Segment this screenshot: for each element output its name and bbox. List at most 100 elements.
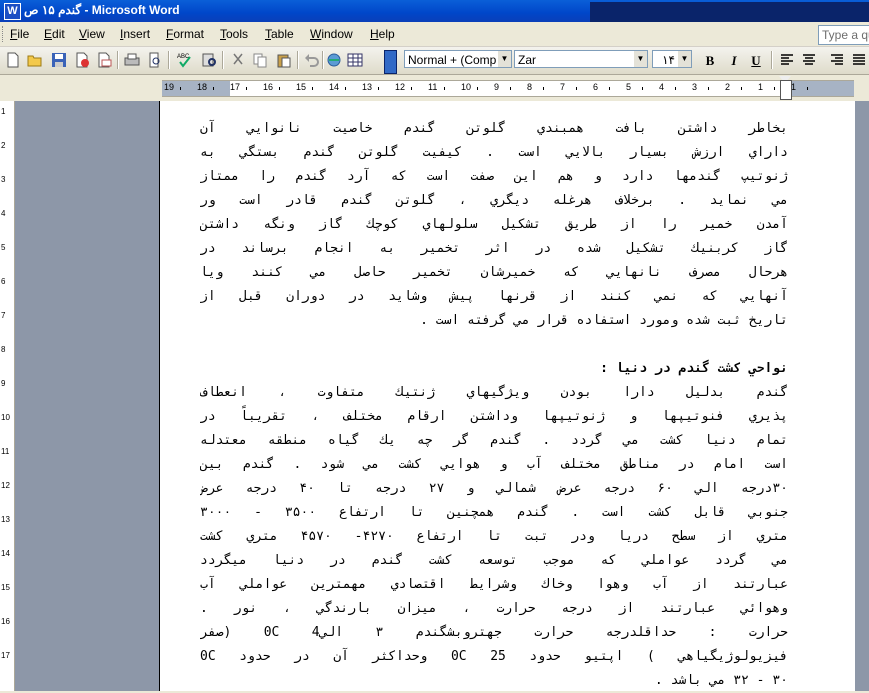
permission-icon[interactable]: [74, 52, 90, 68]
paste-icon[interactable]: [276, 52, 292, 68]
ruler-tick: [576, 87, 577, 90]
font-size-dropdown[interactable]: ۱۴ ▼: [652, 50, 692, 68]
vruler-number: 11: [1, 447, 10, 456]
ruler-number: 2: [725, 82, 731, 92]
menu-help[interactable]: Help: [370, 27, 395, 41]
text-line: جنوبي قابل كشت است . گندم همچنين تا ارتف…: [200, 505, 788, 520]
print-preview-icon[interactable]: [147, 52, 163, 68]
justify-icon[interactable]: [851, 52, 867, 68]
email-icon[interactable]: [96, 52, 112, 68]
save-icon[interactable]: [51, 52, 67, 68]
text-line: تمام دنيا كشت مي گردد . گندم گر چه يك گي…: [200, 433, 788, 448]
text-line: ژنوتيپ گندمها دارد و هم اين صفت است كه آ…: [200, 169, 788, 184]
text-line: عبارتند از آب وهوا وخاك وشرايط اقتصادي م…: [200, 577, 788, 592]
print-icon[interactable]: [124, 52, 140, 68]
menu-view[interactable]: View: [79, 27, 105, 41]
ruler-number: 5: [626, 82, 632, 92]
ruler-tick: [675, 87, 676, 90]
spelling-icon[interactable]: ABC: [177, 52, 193, 68]
vruler-number: 5: [1, 243, 6, 252]
ruler-number: 18: [197, 82, 208, 92]
vruler-number: 4: [1, 209, 6, 218]
toolbar-separator: [297, 51, 299, 69]
hyperlink-icon[interactable]: [326, 52, 342, 68]
document-body[interactable]: بخاطر داشتن بافت همبندي گلوتن گندم خاصيت…: [200, 117, 788, 693]
vruler-number: 17: [1, 651, 10, 660]
ruler-number: 16: [263, 82, 274, 92]
ruler-tick: [279, 87, 280, 90]
text-line: بخاطر داشتن بافت همبندي گلوتن گندم خاصيت…: [200, 121, 788, 136]
vruler-number: 16: [1, 617, 10, 626]
text-line: وهوائي عبارتند از درجه حرارت ، ميزان بار…: [200, 601, 788, 616]
toolbar-options-handle[interactable]: [384, 50, 397, 74]
chevron-down-icon[interactable]: ▼: [678, 51, 691, 67]
open-icon[interactable]: [27, 52, 43, 68]
text-line: متري از سطح دريا ودر تبت تا ارتفاع ۴۲۷۰-…: [200, 529, 788, 544]
vruler-number: 3: [1, 175, 6, 184]
document-page[interactable]: بخاطر داشتن بافت همبندي گلوتن گندم خاصيت…: [159, 101, 856, 691]
cut-icon[interactable]: [230, 52, 246, 68]
italic-button[interactable]: I: [725, 52, 743, 70]
ruler-number: 19: [164, 82, 175, 92]
vruler-number: 9: [1, 379, 6, 388]
ruler-number: 13: [362, 82, 373, 92]
align-center-icon[interactable]: [801, 52, 817, 68]
toolbar-separator: [322, 51, 324, 69]
vruler-number: 1: [1, 107, 6, 116]
word-app-icon[interactable]: W: [4, 3, 21, 20]
copy-icon[interactable]: [252, 52, 268, 68]
ruler-number: 6: [593, 82, 599, 92]
ruler-tick: [477, 87, 478, 90]
vruler-number: 10: [1, 413, 10, 422]
ruler-tick: [345, 87, 346, 90]
text-line: تاريخ ثبت شده ومورد استفاده قرار مي گرفت…: [420, 313, 788, 328]
menu-tools[interactable]: Tools: [220, 27, 248, 41]
ask-question-input[interactable]: Type a qu: [818, 25, 869, 45]
undo-icon[interactable]: [304, 52, 320, 68]
title-bar-highlight: [590, 2, 869, 22]
toolbar-separator: [117, 51, 119, 69]
toolbar-separator: [771, 51, 773, 69]
font-dropdown[interactable]: Zar ▼: [514, 50, 648, 68]
menu-grip[interactable]: [2, 26, 6, 42]
hanging-indent-marker[interactable]: [780, 80, 792, 100]
ruler-tick: [642, 87, 643, 90]
horizontal-ruler[interactable]: 19 18 17 16 15 14 13 12 11 10 9 8 7 6 5 4 3 2 1 1: [162, 80, 854, 97]
menu-window[interactable]: Window: [310, 27, 353, 41]
table-icon[interactable]: [347, 52, 363, 68]
menu-file[interactable]: File: [10, 27, 29, 41]
text-line: فيزيولوژيگياهي ) اپتيو حدود 25 0C وحداكث…: [200, 649, 788, 664]
underline-button[interactable]: U: [747, 52, 765, 70]
ruler-tick: [708, 87, 709, 90]
menu-format[interactable]: Format: [166, 27, 204, 41]
text-line: ۳۰درجه الي ۶۰ درجه عرض شمالي و ۲۷ درجه ت…: [200, 481, 788, 496]
text-line: گندم بدليل دارا بودن ويژگيهاي ژنتيك متفا…: [200, 385, 788, 400]
bold-button[interactable]: B: [701, 52, 719, 70]
ruler-tick: [774, 87, 775, 90]
menu-edit[interactable]: Edit: [44, 27, 65, 41]
ruler-tick: [378, 87, 379, 90]
vruler-number: 14: [1, 549, 10, 558]
menu-insert[interactable]: Insert: [120, 27, 150, 41]
align-left-icon[interactable]: [779, 52, 795, 68]
text-line: مي نمايد . برخلاف هرغله ديگري ، گلوتن گن…: [200, 193, 788, 208]
align-right-icon[interactable]: [829, 52, 845, 68]
text-line: آنهايي كه نمي كنند از قرنها پيش وشايد در…: [200, 289, 788, 304]
research-icon[interactable]: [201, 52, 217, 68]
vertical-ruler[interactable]: 1 2 3 4 5 6 7 8 9 10 11 12 13 14 15 16 17: [0, 101, 15, 691]
style-dropdown[interactable]: Normal + (Comp ▼: [404, 50, 512, 68]
vruler-number: 8: [1, 345, 6, 354]
text-line: ۳۰ - ۳۲ مي باشد .: [654, 673, 788, 688]
title-bar: W گندم ۱۵ ص - Microsoft Word: [0, 0, 869, 22]
new-icon[interactable]: [5, 52, 21, 68]
vruler-number: 7: [1, 311, 6, 320]
text-line: حرارت : حداقلدرجه حرارت جهتروبشگندم ۳ ال…: [200, 625, 788, 640]
ruler-number: 7: [560, 82, 566, 92]
chevron-down-icon[interactable]: ▼: [634, 51, 647, 67]
menu-table[interactable]: Table: [265, 27, 294, 41]
ruler-tick: [543, 87, 544, 90]
chevron-down-icon[interactable]: ▼: [498, 51, 511, 67]
ruler-tick: [510, 87, 511, 90]
ruler-number: 8: [527, 82, 533, 92]
vruler-number: 12: [1, 481, 10, 490]
